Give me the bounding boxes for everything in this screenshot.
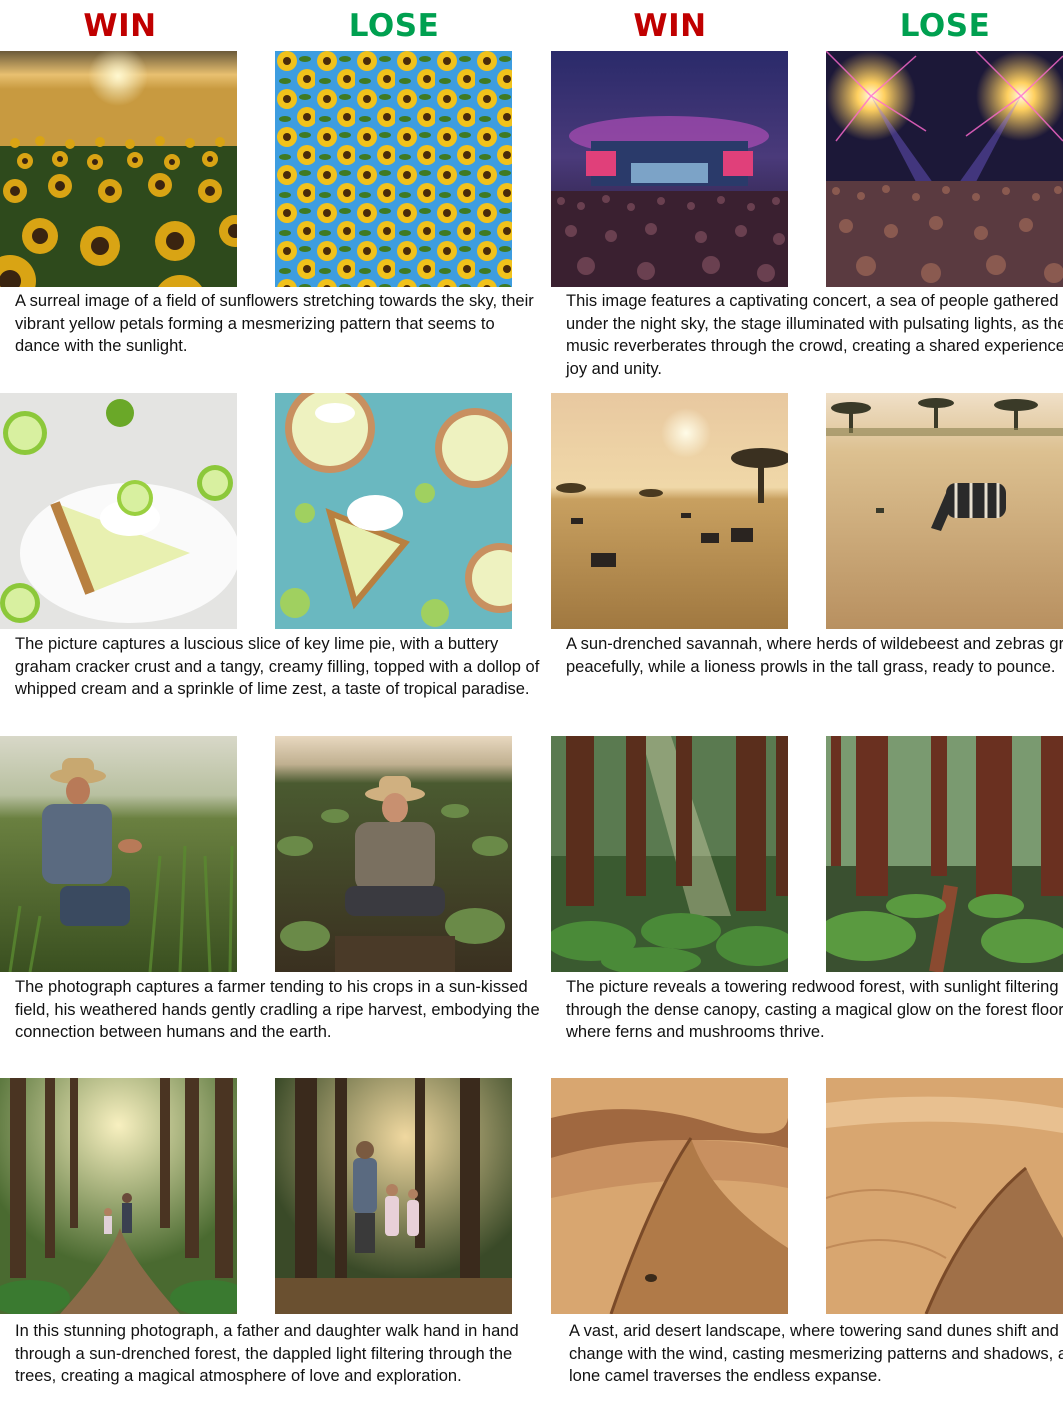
desert-dunes-win-image (551, 1078, 788, 1314)
key-lime-pie-win-image (0, 393, 237, 629)
header-win-right: WIN (633, 8, 707, 44)
savannah-win-image (551, 393, 788, 629)
concert-fireworks-lose-image (826, 51, 1063, 287)
caption-row2-left: The picture captures a luscious slice of… (15, 635, 540, 698)
caption-row4-left: In this stunning photograph, a father an… (15, 1322, 519, 1385)
sunflower-field-win-image (0, 51, 237, 287)
header-win-left: WIN (83, 8, 157, 44)
savannah-zebra-lose-image (826, 393, 1063, 629)
caption-row1-left: A surreal image of a field of sunflowers… (15, 292, 534, 355)
caption-row1-right: This image features a captivating concer… (566, 292, 1063, 378)
redwood-forest-win-image (551, 736, 788, 972)
caption-row4-right: A vast, arid desert landscape, where tow… (569, 1322, 1063, 1385)
caption-row2-right: A sun-drenched savannah, where herds of … (566, 635, 1063, 676)
caption-row3-left: The photograph captures a farmer tending… (15, 978, 540, 1041)
key-lime-pie-lose-image (275, 393, 512, 629)
header-lose-right: LOSE (899, 8, 991, 44)
caption-row3-right: The picture reveals a towering redwood f… (566, 978, 1063, 1041)
desert-dunes-lose-image (826, 1078, 1063, 1314)
redwood-forest-lose-image (826, 736, 1063, 972)
sunflower-pattern-lose-image (275, 51, 512, 287)
concert-win-image (551, 51, 788, 287)
father-daughter-forest-win-image (0, 1078, 237, 1314)
header-lose-left: LOSE (348, 8, 440, 44)
farmer-lose-image (275, 736, 512, 972)
farmer-win-image (0, 736, 237, 972)
father-daughter-forest-lose-image (275, 1078, 512, 1314)
